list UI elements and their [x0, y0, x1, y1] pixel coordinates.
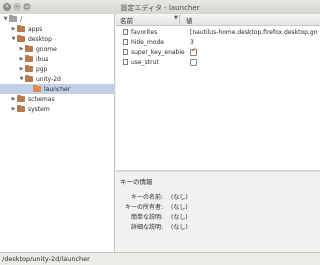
tree-item-schemas[interactable]: ▶ schemas [0, 94, 115, 104]
key-info-title: キーの情報 [120, 178, 153, 186]
expander-expanded-icon[interactable]: ▼ [2, 16, 9, 22]
key-list[interactable]: 名前 ▼ 値 favorites [nautilus-home.desktop,f… [116, 14, 320, 170]
key-name: use_strut [131, 58, 159, 66]
key-info-value: (なし) [171, 204, 188, 211]
key-row-use-strut[interactable]: use_strut [116, 57, 320, 67]
sort-arrow-icon[interactable]: ▼ [174, 15, 178, 21]
title-bar: × – □ 設定エディタ - launcher [0, 0, 320, 15]
key-info-row: キーの名前: (なし) [116, 192, 320, 202]
key-row-favorites[interactable]: favorites [nautilus-home.desktop,firefox.… [116, 27, 320, 37]
tree-item-label: / [20, 15, 23, 23]
key-info-row: 詳細な説明: (なし) [116, 222, 320, 232]
tree-item-label: launcher [44, 85, 71, 93]
tree-item-system[interactable]: ▶ system [0, 104, 115, 114]
key-value-checkbox[interactable] [190, 46, 197, 56]
expander-expanded-icon[interactable]: ▼ [10, 36, 17, 42]
tree-item-label: unity-2d [36, 75, 61, 83]
tree-item-launcher[interactable]: launcher [0, 84, 115, 94]
folder-open-icon [33, 85, 41, 92]
expander-collapsed-icon[interactable]: ▶ [18, 66, 25, 72]
key-document-icon [123, 29, 128, 35]
expander-expanded-icon[interactable]: ▼ [18, 76, 25, 82]
tree-item-root[interactable]: ▼ / [0, 14, 115, 24]
folder-icon [17, 95, 25, 102]
folder-icon [25, 45, 33, 52]
column-header-value[interactable]: 値 [186, 15, 193, 25]
expander-collapsed-icon[interactable]: ▶ [10, 106, 17, 112]
tree-item-unity-2d[interactable]: ▼ unity-2d [0, 74, 115, 84]
status-path: /desktop/unity-2d/launcher [2, 255, 90, 263]
key-row-hide-mode[interactable]: hide_mode 3 [116, 37, 320, 47]
column-header-name[interactable]: 名前 [120, 15, 133, 25]
key-name: favorites [131, 28, 158, 36]
folder-root-icon [9, 15, 17, 22]
folder-icon [25, 55, 33, 62]
folder-icon [17, 35, 25, 42]
key-row-super-key-enable[interactable]: super_key_enable [116, 46, 320, 57]
key-value-checkbox[interactable] [190, 58, 197, 66]
tree-item-label: schemas [28, 95, 55, 103]
status-bar: /desktop/unity-2d/launcher [0, 252, 320, 265]
tree-item-desktop[interactable]: ▼ desktop [0, 34, 115, 44]
window-title: 設定エディタ - launcher [120, 4, 200, 12]
tree-item-label: pgp [36, 65, 48, 73]
tree-item-gnome[interactable]: ▶ gnome [0, 44, 115, 54]
key-info-row: 簡単な説明: (なし) [116, 212, 320, 222]
key-document-icon [123, 39, 128, 45]
column-separator[interactable] [179, 15, 180, 24]
key-info-label: キーの所有者: [124, 204, 163, 211]
tree-item-label: apps [28, 25, 43, 33]
key-name: hide_mode [131, 38, 164, 46]
key-value[interactable]: [nautilus-home.desktop,firefox.desktop,g… [190, 29, 320, 36]
expander-collapsed-icon[interactable]: ▶ [10, 96, 17, 102]
tree-item-label: system [28, 105, 50, 113]
tree-item-apps[interactable]: ▶ apps [0, 24, 115, 34]
key-info-value: (なし) [171, 224, 188, 231]
key-info-value: (なし) [171, 214, 188, 221]
folder-icon [17, 25, 25, 32]
key-name: super_key_enable [131, 48, 185, 56]
expander-collapsed-icon[interactable]: ▶ [18, 56, 25, 62]
key-info-label: キーの名前: [130, 194, 163, 201]
key-info-label: 詳細な説明: [130, 224, 163, 231]
tree-item-label: ibus [36, 55, 49, 63]
directory-tree[interactable]: ▼ / ▶ apps ▼ desktop ▶ gnome ▶ ibus ▶ pgp ▼ unity-2d l… [0, 14, 115, 252]
expander-collapsed-icon[interactable]: ▶ [10, 26, 17, 32]
key-document-icon [123, 59, 128, 65]
folder-icon [25, 75, 33, 82]
tree-item-label: desktop [28, 35, 52, 43]
key-list-header: 名前 ▼ 値 [116, 14, 320, 26]
key-info-value: (なし) [171, 194, 188, 201]
folder-icon [17, 105, 25, 112]
tree-item-ibus[interactable]: ▶ ibus [0, 54, 115, 64]
folder-icon [25, 65, 33, 72]
key-info-label: 簡単な説明: [130, 214, 163, 221]
key-value[interactable]: 3 [190, 39, 320, 46]
key-info-panel: キーの情報 キーの名前: (なし) キーの所有者: (なし) 簡単な説明: (なし) 詳細な… [116, 172, 320, 252]
key-info-row: キーの所有者: (なし) [116, 202, 320, 212]
expander-collapsed-icon[interactable]: ▶ [18, 46, 25, 52]
tree-item-label: gnome [36, 45, 57, 53]
key-document-icon [123, 49, 128, 55]
tree-item-pgp[interactable]: ▶ pgp [0, 64, 115, 74]
